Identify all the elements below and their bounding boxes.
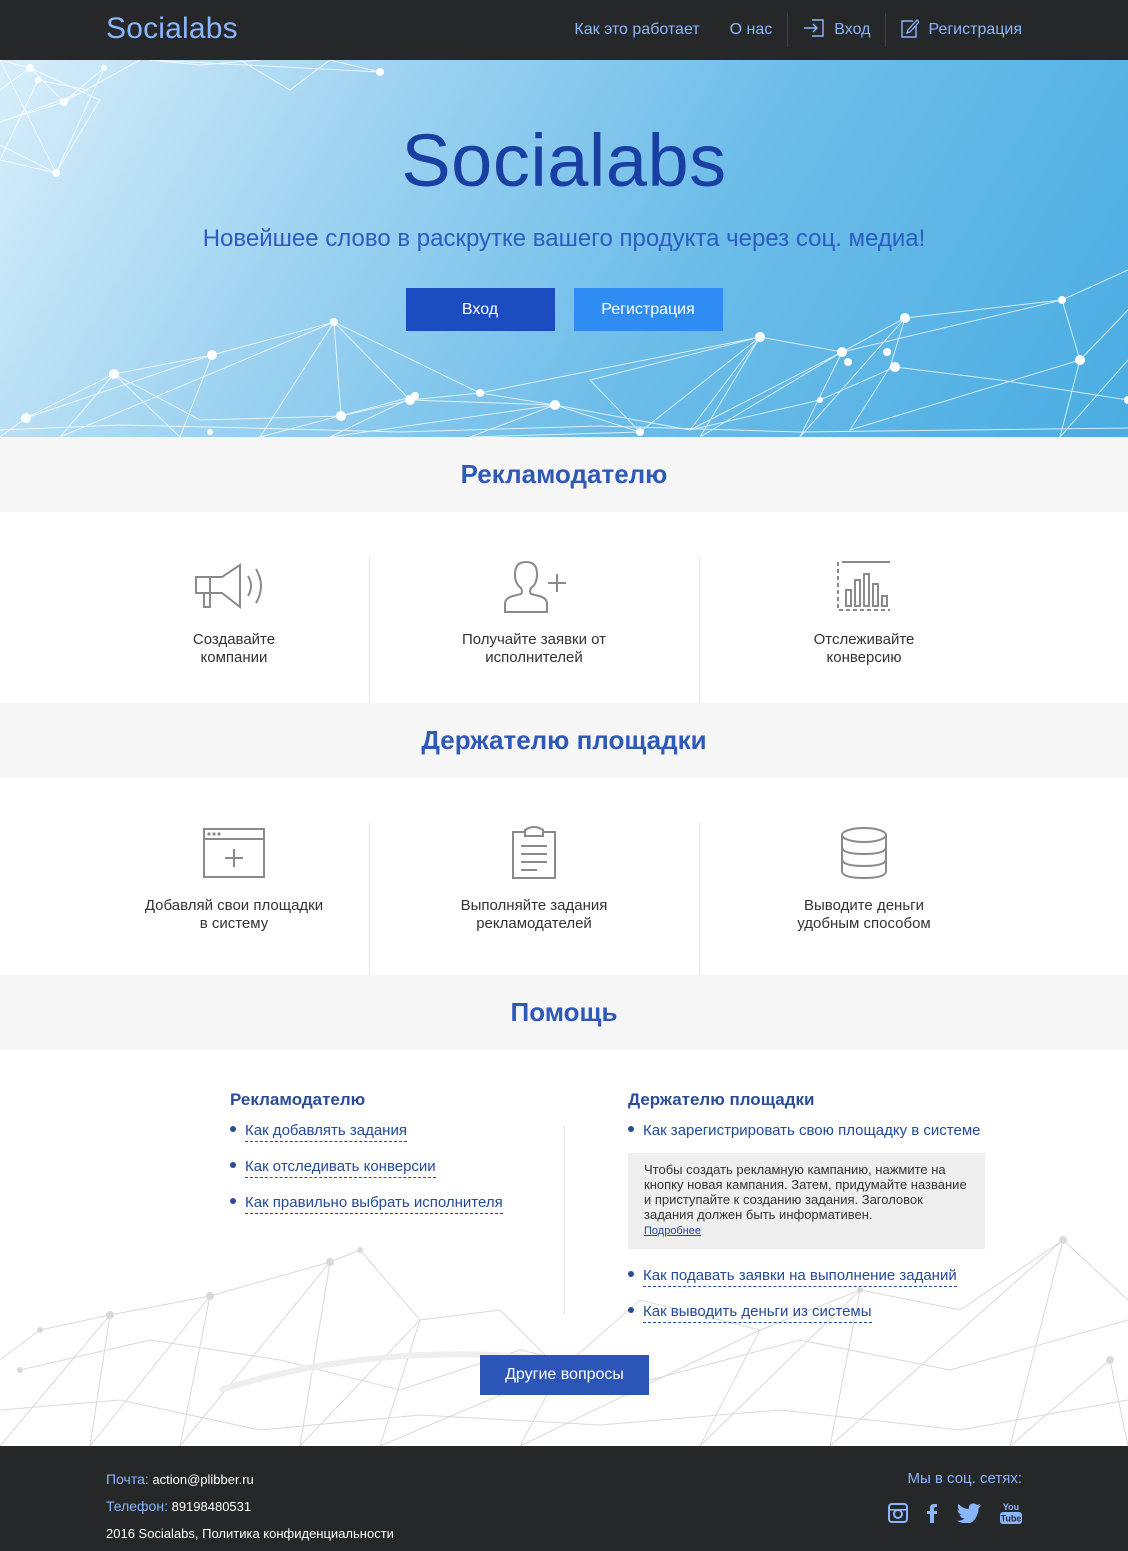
feature-add-platforms: Добавляй свои площадки в систему [100,823,369,975]
help-advertiser-column: Рекламодателю Как добавлять задания Как … [230,1090,503,1230]
bullet-icon [230,1126,236,1133]
feature-complete-tasks: Выполняйте задания рекламодателей [368,823,699,975]
help-link[interactable]: Как выводить деньги из системы [643,1303,872,1323]
youtube-icon[interactable]: You Tube [1000,1501,1022,1530]
help-section-title: Помощь [510,997,618,1027]
list-item: Как подавать заявки на выполнение задани… [628,1267,985,1287]
main-nav: Как это работает О нас Вход Регистрация [559,0,1022,60]
list-item: Как отследивать конверсии [230,1158,503,1178]
hero-banner: × Socialabs Новейшее слово в раскрутке в… [0,60,1128,437]
twitter-icon[interactable] [956,1503,982,1528]
edit-icon [901,18,921,43]
feature-receive-requests: Получайте заявки от исполнителей [368,557,699,703]
footer-mail-row: Почта: action@plibber.ru [106,1466,394,1493]
help-link[interactable]: Как правильно выбрать исполнителя [245,1194,503,1214]
mail-value[interactable]: action@plibber.ru [152,1472,253,1487]
bullet-icon [628,1126,634,1133]
list-item: Как зарегистрировать свою площадку в сис… [628,1122,985,1141]
feature-create-campaigns: Создавайте компании [100,557,369,703]
advertiser-features: Создавайте компании Получайте заявки от … [0,512,1128,703]
bullet-icon [230,1162,236,1169]
social-icons: You Tube [888,1501,1022,1530]
feature-label: Создавайте компании [192,631,276,666]
clipboard-icon [370,823,699,883]
feature-label: Добавляй свои площадки в систему [144,897,324,932]
add-user-icon [370,557,699,617]
copyright[interactable]: 2016 Socialabs, Политика конфиденциально… [106,1520,394,1547]
phone-label: Телефон: [106,1498,168,1514]
help-owner-column: Держателю площадки Как зарегистрировать … [628,1090,985,1339]
nav-register[interactable]: Регистрация [886,18,1022,43]
youtube-text-bottom: Tube [1001,1514,1022,1524]
hero-buttons: Вход Регистрация [0,288,1128,331]
more-link[interactable]: Подробнее [644,1225,701,1237]
help-owner-links: Как зарегистрировать свою площадку в сис… [628,1122,985,1141]
feature-track-conversion: Отслеживайте конверсию [698,557,1029,703]
feature-label: Выводите деньги удобным способом [797,897,931,932]
nav-register-label: Регистрация [928,21,1022,38]
top-navigation-bar: Socialabs Как это работает О нас Вход Ре… [0,0,1128,60]
footer-contacts: Почта: action@plibber.ru Телефон: 891984… [106,1466,394,1547]
help-answer-box: Чтобы создать рекламную кампанию, нажмит… [628,1153,985,1249]
help-link[interactable]: Как отследивать конверсии [245,1158,436,1178]
hero-login-button[interactable]: Вход [405,288,555,331]
list-item: Как добавлять задания [230,1122,503,1142]
advertiser-section-header: Рекламодателю [0,437,1128,512]
nav-login-label: Вход [834,21,871,38]
footer: Почта: action@plibber.ru Телефон: 891984… [0,1446,1128,1551]
help-advertiser-heading: Рекламодателю [230,1090,366,1109]
footer-phone-row: Телефон: 89198480531 [106,1493,394,1520]
advertiser-section-title: Рекламодателю [460,459,668,489]
other-questions-button[interactable]: Другие вопросы [480,1355,649,1395]
list-item: Как выводить деньги из системы [628,1303,985,1323]
feature-label: Выполняйте задания рекламодателей [460,897,608,932]
bullet-icon [230,1198,236,1205]
hero-title: Socialabs [401,119,727,202]
bullet-icon [628,1307,634,1314]
phone-value[interactable]: 89198480531 [172,1499,252,1514]
feature-label: Получайте заявки от исполнителей [461,631,607,666]
help-owner-links-more: Как подавать заявки на выполнение задани… [628,1267,985,1323]
nav-how-it-works[interactable]: Как это работает [559,21,714,39]
social-title: Мы в соц. сетях: [907,1470,1022,1487]
help-section-header: Помощь [0,975,1128,1050]
help-section: Рекламодателю Как добавлять задания Как … [0,1050,1128,1446]
bar-chart-icon [700,557,1029,617]
help-link-expanded[interactable]: Как зарегистрировать свою площадку в сис… [643,1122,981,1141]
help-owner-heading: Держателю площадки [628,1090,815,1109]
megaphone-icon [100,557,369,617]
help-link[interactable]: Как добавлять задания [245,1122,407,1142]
hero-register-button[interactable]: Регистрация [573,288,723,331]
feature-label: Отслеживайте конверсию [813,631,915,666]
add-window-icon [100,823,369,883]
footer-social: Мы в соц. сетях: You Tube [888,1470,1022,1530]
help-link[interactable]: Как подавать заявки на выполнение задани… [643,1267,957,1287]
nav-login[interactable]: Вход [788,18,885,43]
feature-withdraw-money: Выводите деньги удобным способом [698,823,1029,975]
coins-icon [700,823,1029,883]
youtube-text-top: You [1003,1502,1019,1512]
nav-about[interactable]: О нас [715,21,788,39]
owner-features: Добавляй свои площадки в систему Выполня… [0,778,1128,975]
hero-subtitle: Новейшее слово в раскрутке вашего продук… [202,225,926,252]
help-divider [564,1126,565,1314]
owner-section-title: Держателю площадки [421,725,707,755]
help-advertiser-links: Как добавлять задания Как отследивать ко… [230,1122,503,1214]
help-answer-text: Чтобы создать рекламную кампанию, нажмит… [644,1162,967,1222]
facebook-icon[interactable] [926,1503,938,1528]
login-icon [803,18,825,43]
list-item: Как правильно выбрать исполнителя [230,1194,503,1214]
site-logo[interactable]: Socialabs [106,12,238,46]
owner-section-header: Держателю площадки [0,703,1128,778]
mail-label: Почта: [106,1471,149,1487]
instagram-icon[interactable] [888,1503,908,1528]
bullet-icon [628,1271,634,1278]
